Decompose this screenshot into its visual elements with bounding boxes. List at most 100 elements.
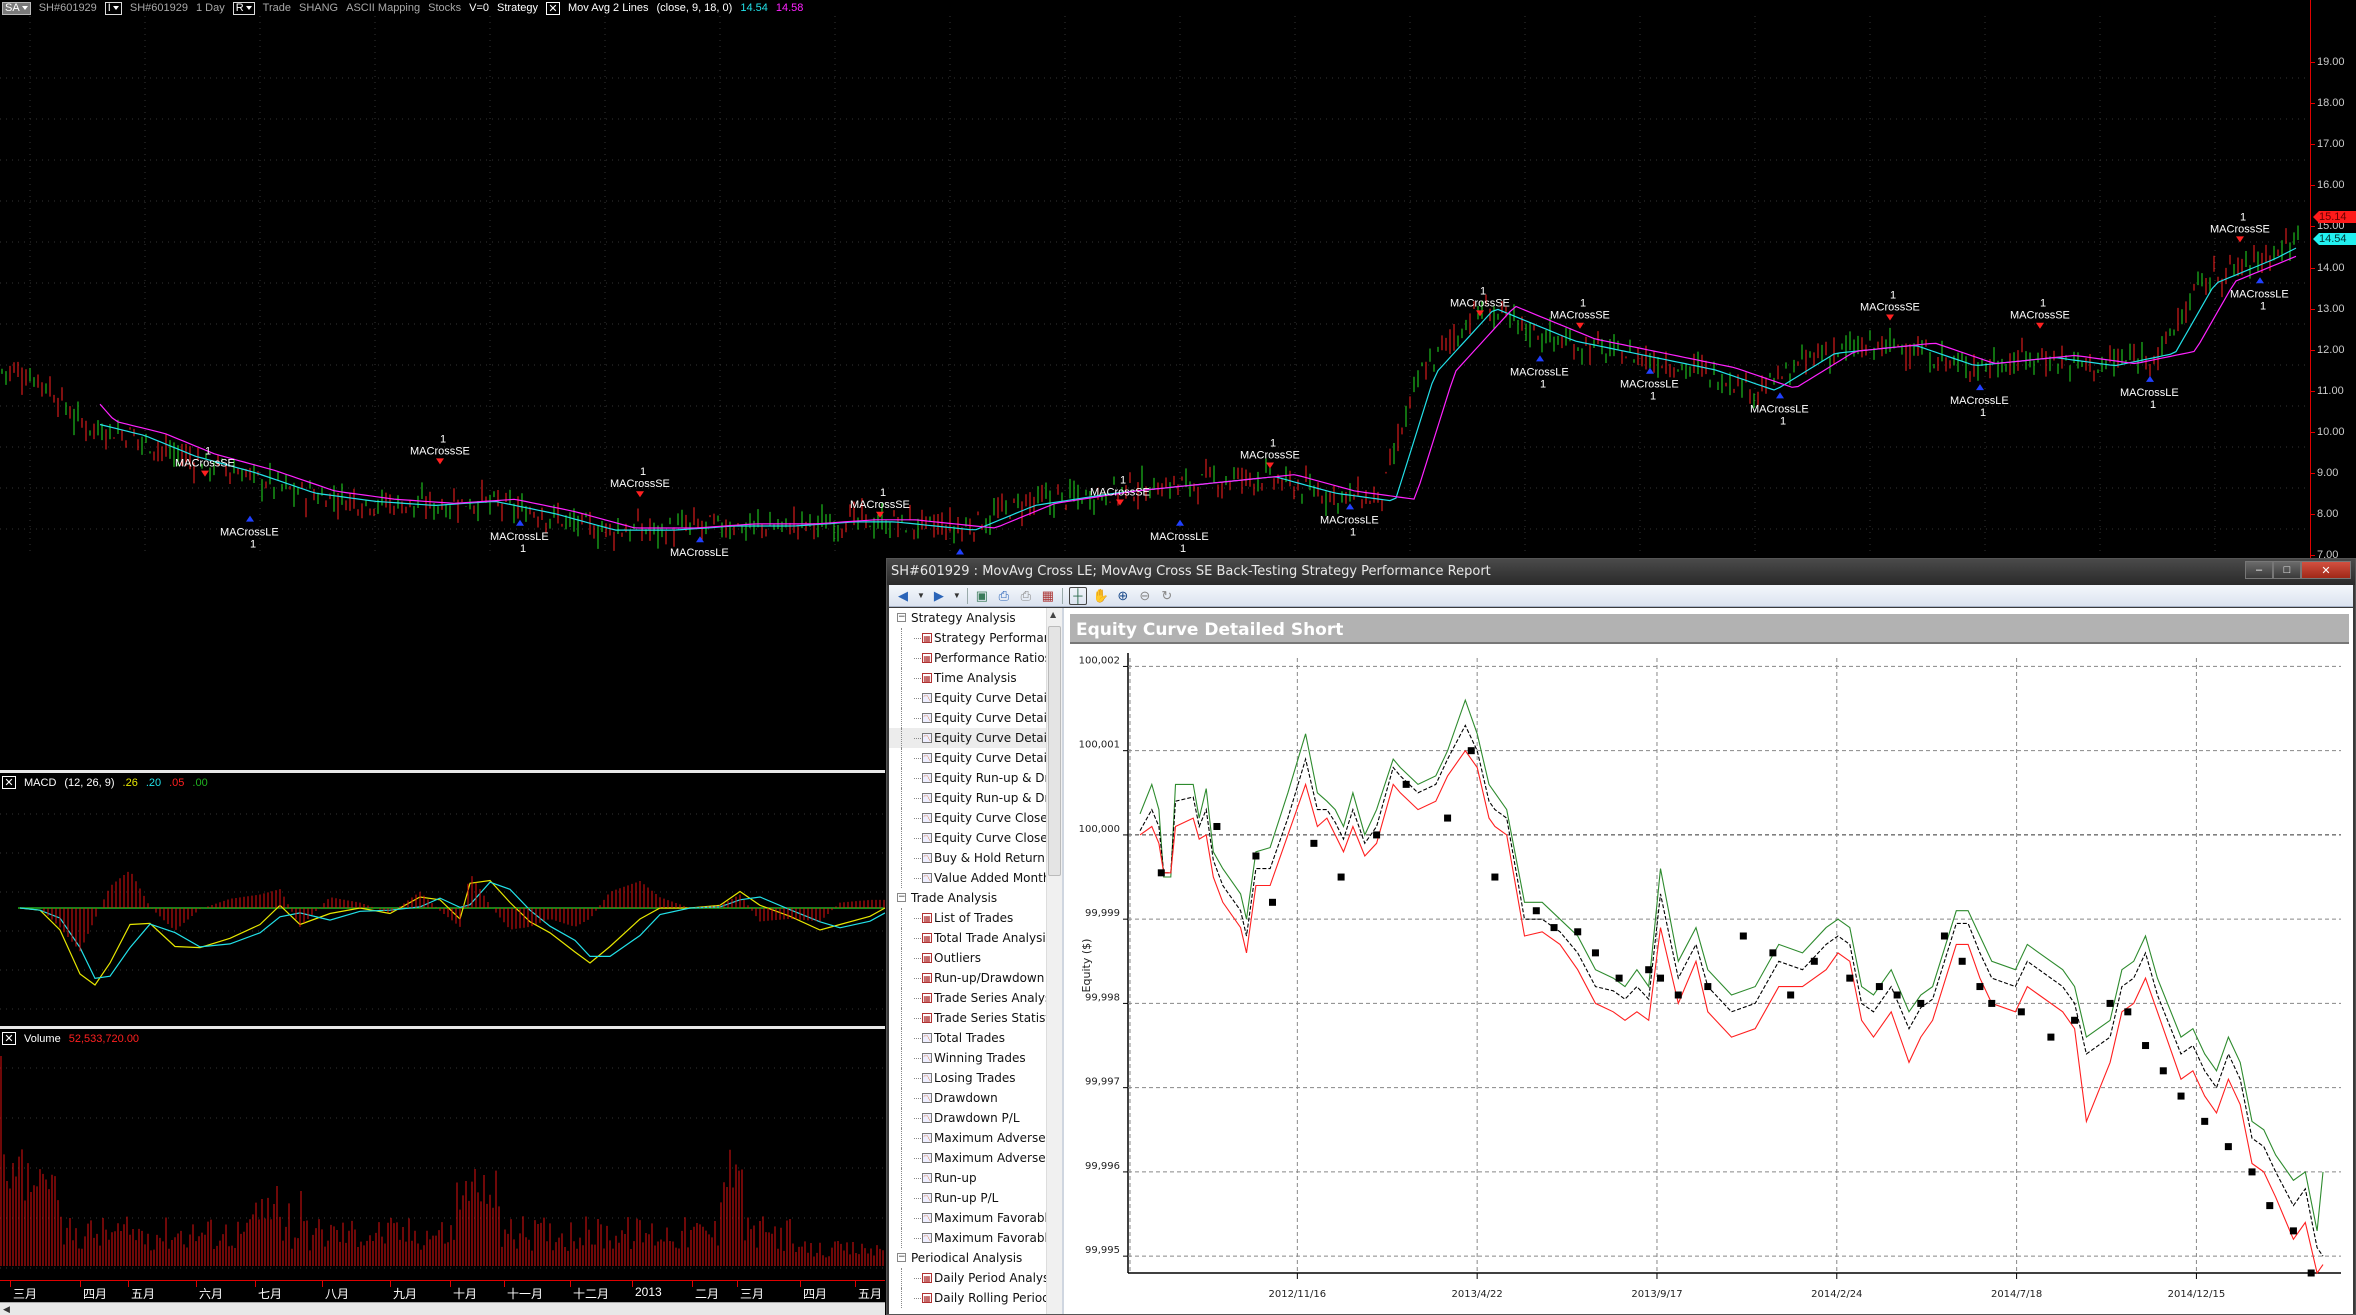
ma-price-flag: 14.54 (2313, 233, 2356, 245)
tree-item[interactable]: 〽Equity Curve Close To Close % (889, 828, 1047, 848)
price-chart-panel[interactable]: MACrossSE 1 MACrossLE 1 MACrossSE 1 MACrossLE 1… (0, 16, 2310, 584)
tree-group[interactable]: − Trade Analysis (889, 888, 1062, 908)
collapse-icon[interactable]: − (897, 1253, 906, 1262)
scrollbar-thumb[interactable] (1048, 626, 1061, 876)
crosshair-icon[interactable]: ┼ (1068, 586, 1087, 605)
tree-item[interactable]: 〽Equity Curve Detailed Short (889, 728, 1047, 748)
tree-item[interactable]: 〽Equity Run-up & Drawdown % (889, 788, 1047, 808)
hand-icon[interactable]: ✋ (1093, 588, 1109, 604)
tree-item[interactable]: ▦ Time Analysis (889, 668, 1047, 688)
tree-item[interactable]: ▦Daily Rolling Period Analysis (889, 1288, 1047, 1308)
maximize-button[interactable]: □ (2273, 561, 2301, 579)
indicator-name[interactable]: Mov Avg 2 Lines (568, 2, 649, 14)
time-axis-tick (450, 1281, 451, 1287)
tree-item[interactable]: 〽Equity Curve Detailed (889, 688, 1047, 708)
trade-marker (1574, 928, 1582, 936)
close-indicator-icon[interactable]: ✕ (2, 776, 16, 789)
horizontal-scrollbar[interactable]: ◀ (0, 1302, 885, 1315)
macd-title[interactable]: MACD (24, 777, 56, 789)
panel-divider[interactable] (0, 1026, 885, 1029)
tree-item[interactable]: 〽Maximum Adverse Excursion % (889, 1148, 1047, 1168)
tree-scrollbar[interactable]: ▲ (1046, 608, 1062, 1314)
sell-arrow-icon (436, 458, 444, 465)
close-indicator-icon[interactable]: ✕ (545, 1, 560, 15)
price-axis-label: 12.00 (2317, 343, 2345, 356)
zoom-in-icon[interactable]: ⊕ (1115, 588, 1131, 604)
tree-item[interactable]: 〽Equity Curve Detailed Buy & Hold (889, 748, 1047, 768)
trade-marker (1917, 999, 1925, 1007)
tree-item[interactable]: ▦ Performance Ratios (889, 648, 1047, 668)
price-axis-label: 18.00 (2317, 97, 2345, 110)
tree-item[interactable]: 〽Equity Run-up & Drawdown (889, 768, 1047, 788)
tree-group[interactable]: − Strategy Analysis (889, 608, 1062, 628)
tree-item[interactable]: 〽 Buy & Hold Return (889, 848, 1047, 868)
chevron-down-icon[interactable]: ▼ (953, 591, 961, 600)
tree-item-label: Run-up (934, 1171, 977, 1185)
volume-title[interactable]: Volume (24, 1033, 61, 1045)
close-indicator-icon[interactable]: ✕ (2, 1032, 16, 1045)
tree-item[interactable]: 〽 Total Trades (889, 1028, 1047, 1048)
price-axis-label: 11.00 (2317, 384, 2344, 397)
minimize-button[interactable]: – (2245, 561, 2273, 579)
tree-item[interactable]: 〽 Run-up P/L (889, 1188, 1047, 1208)
trade-marker (2017, 1008, 2025, 1016)
time-axis-label: 七月 (258, 1287, 283, 1301)
tree-item[interactable]: ▦Trade Series Analysis (889, 988, 1047, 1008)
tree-item[interactable]: 〽 Winning Trades (889, 1048, 1047, 1068)
tree-item[interactable]: ▦Strategy Performance Report (889, 628, 1047, 648)
tree-item[interactable]: 〽Equity Curve Close To Close (889, 808, 1047, 828)
signal-value: .20 (145, 776, 162, 789)
tree-item[interactable]: 〽Equity Curve Detailed Long (889, 708, 1047, 728)
price-axis-tick (2311, 390, 2315, 392)
collapse-icon[interactable]: − (897, 613, 906, 622)
tree-group[interactable]: − Periodical Analysis (889, 1248, 1062, 1268)
forward-icon[interactable]: ▶ (931, 588, 947, 604)
reset-zoom-icon[interactable]: ↻ (1159, 588, 1175, 604)
tree-item[interactable]: 〽Value Added Monthly (889, 868, 1047, 888)
table-icon[interactable]: ▦ (1040, 588, 1056, 604)
chevron-down-icon[interactable]: ▼ (917, 591, 925, 600)
price-chart-canvas[interactable]: MACrossSE1MACrossLE1MACrossSE1MACrossLE1… (0, 16, 2310, 584)
time-axis[interactable]: 三月 四月 五月 六月 七月 八月 九月 十月 十一月 十二月 2013 二月 三月 四月 五月 (0, 1280, 885, 1302)
save-icon[interactable]: ▣ (974, 588, 990, 604)
tree-item[interactable]: 〽Maximum Adverse Excursion (889, 1128, 1047, 1148)
chart-title: Equity Curve Detailed Short (1076, 620, 1344, 640)
tree-item[interactable]: ▦ Outliers (889, 948, 1047, 968)
data-series-dropdown[interactable]: I (104, 1, 122, 15)
print-preview-icon[interactable]: ⎙ (996, 588, 1012, 604)
symbol-label: SH#601929 (38, 2, 97, 14)
scroll-left-icon[interactable]: ◀ (3, 1304, 10, 1315)
close-button[interactable]: ✕ (2301, 561, 2351, 579)
strategy-label[interactable]: Strategy (497, 2, 538, 14)
collapse-icon[interactable]: − (897, 893, 906, 902)
equity-series-equity-high (1139, 698, 2324, 1232)
tree-item[interactable]: ▦ Total Trade Analysis (889, 928, 1047, 948)
tree-item[interactable]: 〽 Losing Trades (889, 1068, 1047, 1088)
tree-item[interactable]: ▦ List of Trades (889, 908, 1047, 928)
trade-marker (1467, 747, 1475, 755)
tree-item[interactable]: 〽 Run-up (889, 1168, 1047, 1188)
tree-item[interactable]: ▦Trade Series Statistics (889, 1008, 1047, 1028)
tree-item[interactable]: ▦ Daily Period Analysis (889, 1268, 1047, 1288)
symbol-selector[interactable]: SA (2, 1, 31, 15)
volume-panel[interactable]: ✕ Volume 52,533,720.00 (0, 1030, 885, 1280)
window-title-bar[interactable]: SH#601929 : MovAvg Cross LE; MovAvg Cros… (887, 559, 2355, 585)
chart-report-icon: 〽 (922, 1193, 932, 1203)
equity-curve-chart[interactable]: 100,002 100,001 100,000 99,999 99,998 99,997 9… (1066, 648, 2356, 1315)
tree-item[interactable]: 〽 Drawdown (889, 1088, 1047, 1108)
tree-item[interactable]: 〽Maximum Favorable Excursion % (889, 1228, 1047, 1248)
tree-item-label: Equity Curve Detailed Long (934, 711, 1047, 725)
scroll-up-icon[interactable]: ▲ (1050, 610, 1056, 619)
tree-item[interactable]: ▦ Run-up/Drawdown (889, 968, 1047, 988)
tree-item[interactable]: 〽 Drawdown P/L (889, 1108, 1047, 1128)
zoom-out-icon[interactable]: ⊖ (1137, 588, 1153, 604)
macd-line (19, 879, 886, 986)
tree-item[interactable]: 〽Maximum Favorable Excursion (889, 1208, 1047, 1228)
price-axis[interactable]: 19.00 18.00 17.00 16.00 15.00 14.00 13.00 12.00… (2310, 0, 2356, 561)
panel-divider[interactable] (0, 770, 885, 773)
back-icon[interactable]: ◀ (895, 588, 911, 604)
print-icon[interactable]: ⎙ (1018, 588, 1034, 604)
range-dropdown[interactable]: R (232, 1, 255, 15)
macd-panel[interactable]: ✕ MACD (12, 26, 9) .26 .20 .05 .00 (0, 774, 886, 1026)
short-entry-label: MACrossSE (175, 458, 235, 470)
